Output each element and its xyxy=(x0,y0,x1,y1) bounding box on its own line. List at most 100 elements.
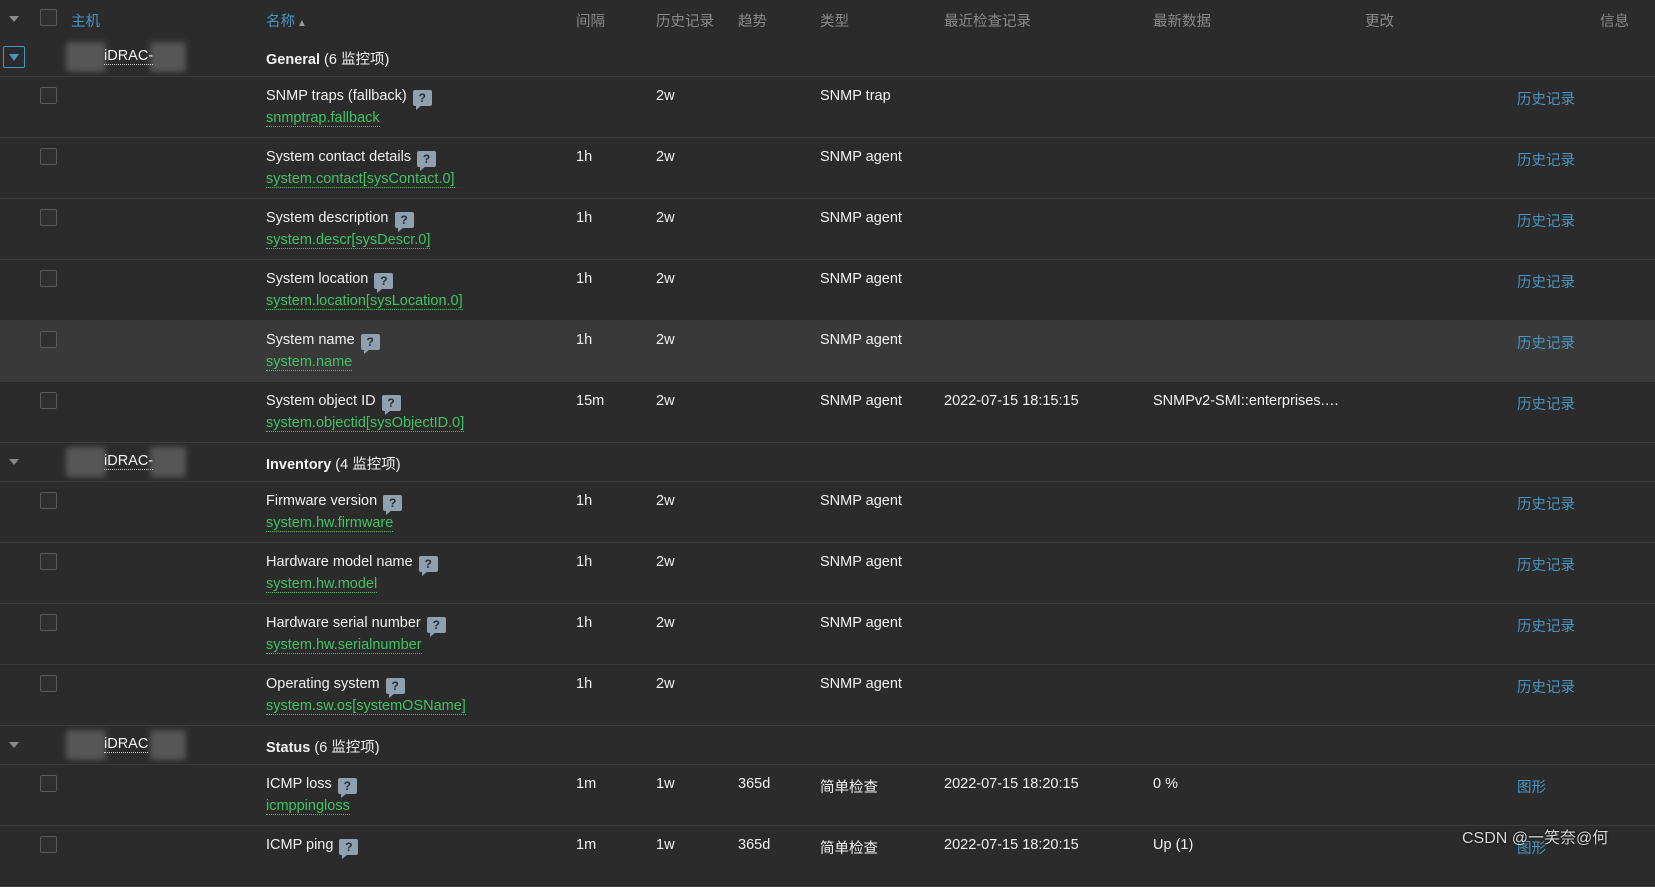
collapse-all-toggle-icon[interactable] xyxy=(9,16,19,22)
question-bubble-icon[interactable]: ? xyxy=(412,90,432,110)
item-name: SNMP traps (fallback)? xyxy=(266,88,432,110)
question-bubble-icon[interactable]: ? xyxy=(394,212,414,232)
group-row: iDRAC Status (6 监控项) xyxy=(0,726,1655,765)
item-history: 2w xyxy=(656,271,675,287)
select-all-checkbox[interactable] xyxy=(40,9,57,26)
question-bubble-icon[interactable]: ? xyxy=(385,678,405,698)
item-history-link[interactable]: 图形 xyxy=(1517,776,1546,797)
group-row: iDRAC- General (6 监控项) xyxy=(0,38,1655,77)
redacted-host-right xyxy=(150,730,186,760)
item-name: Firmware version? xyxy=(266,493,403,515)
question-bubble-icon[interactable]: ? xyxy=(360,334,380,354)
header-type: 类型 xyxy=(820,14,849,30)
item-interval: 1h xyxy=(576,493,593,509)
group-collapse-button[interactable] xyxy=(3,46,25,68)
item-checkbox[interactable] xyxy=(40,775,57,792)
question-bubble-icon[interactable]: ? xyxy=(426,617,446,637)
item-checkbox[interactable] xyxy=(40,614,57,631)
item-history-link[interactable]: 历史记录 xyxy=(1517,615,1575,636)
item-checkbox[interactable] xyxy=(40,148,57,165)
item-history-link[interactable]: 历史记录 xyxy=(1517,332,1575,353)
item-key-link[interactable]: system.descr[sysDescr.0] xyxy=(266,233,431,249)
item-checkbox[interactable] xyxy=(40,87,57,104)
item-key-link[interactable]: system.location[sysLocation.0] xyxy=(266,294,463,310)
item-checkbox[interactable] xyxy=(40,836,57,853)
question-bubble-icon[interactable]: ? xyxy=(337,778,357,798)
group-title: General xyxy=(266,52,320,68)
item-name-label[interactable]: Hardware model name xyxy=(266,554,413,570)
host-link[interactable]: iDRAC xyxy=(104,736,149,753)
item-history-link[interactable]: 历史记录 xyxy=(1517,393,1575,414)
item-checkbox[interactable] xyxy=(40,492,57,509)
group-name: General (6 监控项) xyxy=(266,48,389,69)
group-count: (6 监控项) xyxy=(314,740,380,756)
header-change: 更改 xyxy=(1365,14,1394,30)
item-checkbox[interactable] xyxy=(40,270,57,287)
question-bubble-icon[interactable]: ? xyxy=(339,839,359,859)
redacted-host-left xyxy=(66,730,106,760)
item-name-label[interactable]: SNMP traps (fallback) xyxy=(266,88,407,104)
item-key-link[interactable]: system.sw.os[systemOSName] xyxy=(266,699,466,715)
item-name-label[interactable]: System location xyxy=(266,271,368,287)
item-history-link[interactable]: 历史记录 xyxy=(1517,676,1575,697)
item-name-label[interactable]: System name xyxy=(266,332,355,348)
item-history: 1w xyxy=(656,837,675,853)
item-checkbox[interactable] xyxy=(40,675,57,692)
item-key-link[interactable]: system.contact[sysContact.0] xyxy=(266,172,455,188)
triangle-down-icon[interactable] xyxy=(9,742,19,748)
item-history: 2w xyxy=(656,676,675,692)
item-last-value: 0 % xyxy=(1153,776,1178,792)
item-type: SNMP agent xyxy=(820,615,902,631)
table-row: Hardware serial number? system.hw.serialn… xyxy=(0,604,1655,665)
host-link[interactable]: iDRAC- xyxy=(104,48,154,65)
item-key-link[interactable]: system.name xyxy=(266,355,353,371)
question-bubble-icon[interactable]: ? xyxy=(417,151,437,171)
item-name-label[interactable]: System description xyxy=(266,210,389,226)
item-key-link[interactable]: snmptrap.fallback xyxy=(266,111,380,127)
question-bubble-icon[interactable]: ? xyxy=(381,395,401,415)
item-history-link[interactable]: 历史记录 xyxy=(1517,88,1575,109)
item-history: 2w xyxy=(656,615,675,631)
item-history-link[interactable]: 历史记录 xyxy=(1517,554,1575,575)
item-history-link[interactable]: 历史记录 xyxy=(1517,210,1575,231)
item-history-link[interactable]: 历史记录 xyxy=(1517,493,1575,514)
item-name-label[interactable]: System contact details xyxy=(266,149,411,165)
triangle-down-icon[interactable] xyxy=(9,459,19,465)
header-host[interactable]: 主机 xyxy=(71,10,100,31)
item-key-link[interactable]: system.hw.model xyxy=(266,577,378,593)
item-interval: 1h xyxy=(576,554,593,570)
item-name-label[interactable]: ICMP loss xyxy=(266,776,332,792)
item-history: 2w xyxy=(656,493,675,509)
group-name: Status (6 监控项) xyxy=(266,736,380,757)
item-name-label[interactable]: Hardware serial number xyxy=(266,615,421,631)
item-name-label[interactable]: Operating system xyxy=(266,676,380,692)
question-bubble-icon[interactable]: ? xyxy=(383,495,403,515)
question-bubble-icon[interactable]: ? xyxy=(374,273,394,293)
question-bubble-icon[interactable]: ? xyxy=(418,556,438,576)
item-history-link[interactable]: 历史记录 xyxy=(1517,271,1575,292)
item-key-link[interactable]: system.hw.serialnumber xyxy=(266,638,422,654)
item-name-label[interactable]: Firmware version xyxy=(266,493,377,509)
item-interval: 1h xyxy=(576,149,593,165)
item-checkbox[interactable] xyxy=(40,209,57,226)
item-history-link[interactable]: 历史记录 xyxy=(1517,149,1575,170)
host-link[interactable]: iDRAC- xyxy=(104,453,154,470)
item-name-label[interactable]: System object ID xyxy=(266,393,376,409)
item-name-label[interactable]: ICMP ping xyxy=(266,837,333,853)
item-key-link[interactable]: icmppingloss xyxy=(266,799,350,815)
table-header: 主机 名称 ▲ 间隔 历史记录 趋势 类型 最近检查记录 最新数据 更改 信息 xyxy=(0,0,1655,39)
table-row: Firmware version? system.hw.firmware 1h 2w S… xyxy=(0,482,1655,543)
header-name[interactable]: 名称 ▲ xyxy=(266,10,307,31)
item-checkbox[interactable] xyxy=(40,331,57,348)
item-last-check: 2022-07-15 18:20:15 xyxy=(944,837,1079,853)
redacted-host-left xyxy=(66,42,106,72)
item-checkbox[interactable] xyxy=(40,392,57,409)
item-history: 2w xyxy=(656,393,675,409)
item-name: Operating system? xyxy=(266,676,405,698)
item-interval: 1m xyxy=(576,776,597,792)
table-row: ICMP loss? icmppingloss 1m 1w 365d 简单检查 2022-0… xyxy=(0,765,1655,826)
item-key-link[interactable]: system.hw.firmware xyxy=(266,516,394,532)
item-checkbox[interactable] xyxy=(40,553,57,570)
item-type: SNMP trap xyxy=(820,88,891,104)
item-key-link[interactable]: system.objectid[sysObjectID.0] xyxy=(266,416,465,432)
